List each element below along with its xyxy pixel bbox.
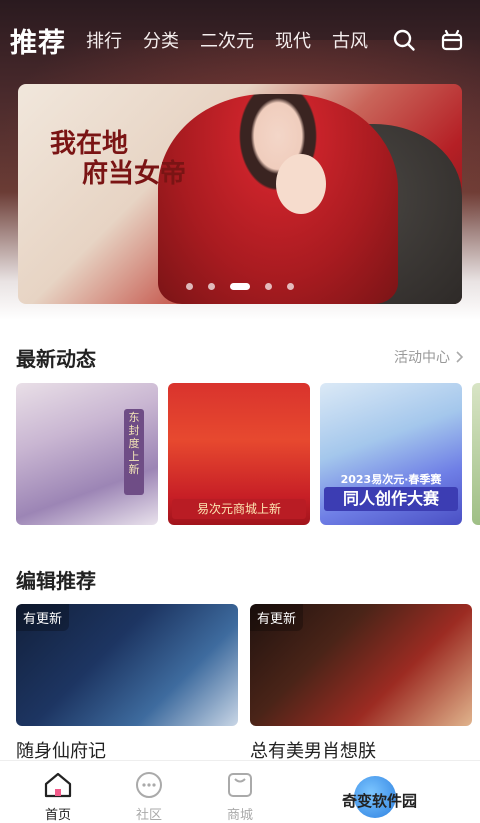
tab-home[interactable]: 首页 bbox=[28, 771, 88, 823]
gift-box-icon[interactable] bbox=[440, 28, 464, 52]
carousel-dot[interactable] bbox=[186, 283, 193, 290]
svg-text:府当女帝: 府当女帝 bbox=[82, 158, 186, 188]
header-actions bbox=[392, 28, 464, 52]
banner-character-face bbox=[276, 154, 326, 214]
app-screen: 推荐 排行 分类 二次元 现代 古风 我在地 府当女帝 最新动态 活动中心 东封… bbox=[0, 0, 480, 823]
tab-community[interactable]: 社区 bbox=[119, 771, 179, 823]
book-card[interactable]: 有更新 bbox=[250, 604, 472, 726]
home-icon bbox=[44, 772, 72, 798]
community-icon bbox=[136, 772, 162, 798]
tab-label: 首页 bbox=[44, 808, 71, 823]
tab-ancient[interactable]: 古风 bbox=[332, 27, 368, 53]
update-badge: 有更新 bbox=[16, 604, 70, 631]
carousel-dot[interactable] bbox=[208, 283, 215, 290]
watermark-text: 奇变软件园 bbox=[342, 792, 418, 810]
news-card-partial[interactable] bbox=[472, 383, 480, 525]
activity-center-link[interactable]: 活动中心 bbox=[394, 347, 464, 367]
news-card[interactable]: 东封度上新 bbox=[16, 383, 158, 525]
section-title-editor-picks: 编辑推荐 bbox=[16, 569, 96, 593]
tab-shop[interactable]: 商城 bbox=[210, 771, 270, 823]
search-icon[interactable] bbox=[392, 28, 416, 52]
tab-recommend[interactable]: 推荐 bbox=[10, 21, 66, 60]
tab-label: 商城 bbox=[226, 808, 253, 823]
tab-modern[interactable]: 现代 bbox=[275, 27, 311, 53]
banner-title-logo: 我在地 府当女帝 bbox=[50, 129, 186, 188]
tab-anime[interactable]: 二次元 bbox=[200, 27, 254, 53]
carousel-dot-active[interactable] bbox=[230, 283, 250, 290]
banner-carousel[interactable]: 我在地 府当女帝 bbox=[18, 84, 462, 304]
update-badge: 有更新 bbox=[250, 604, 304, 631]
section-title-latest: 最新动态 bbox=[16, 347, 96, 371]
news-card[interactable]: 易次元商城上新 bbox=[168, 383, 310, 525]
shop-icon bbox=[228, 773, 252, 797]
tab-category[interactable]: 分类 bbox=[143, 27, 179, 53]
tab-ranking[interactable]: 排行 bbox=[86, 27, 122, 53]
news-card[interactable]: 2023易次元·春季赛 同人创作大赛 bbox=[320, 383, 462, 525]
carousel-dot[interactable] bbox=[265, 283, 272, 290]
carousel-indicator bbox=[18, 283, 462, 290]
activity-center-label: 活动中心 bbox=[394, 350, 450, 366]
watermark-logo: 奇变软件园 bbox=[326, 776, 436, 820]
carousel-dot[interactable] bbox=[287, 283, 294, 290]
svg-text:我在地: 我在地 bbox=[50, 129, 128, 159]
card-year-text: 2023易次元·春季赛 bbox=[340, 473, 442, 486]
book-card[interactable]: 有更新 bbox=[16, 604, 238, 726]
chevron-right-icon bbox=[456, 351, 464, 363]
card-ribbon-text: 东封度上新 bbox=[128, 411, 140, 476]
card-main-text: 同人创作大赛 bbox=[324, 487, 458, 511]
card-footer-text: 易次元商城上新 bbox=[172, 499, 306, 519]
tab-label: 社区 bbox=[135, 808, 162, 823]
news-carousel: 东封度上新 易次元商城上新 2023易次元·春季赛 同人创作大赛 bbox=[16, 383, 480, 525]
